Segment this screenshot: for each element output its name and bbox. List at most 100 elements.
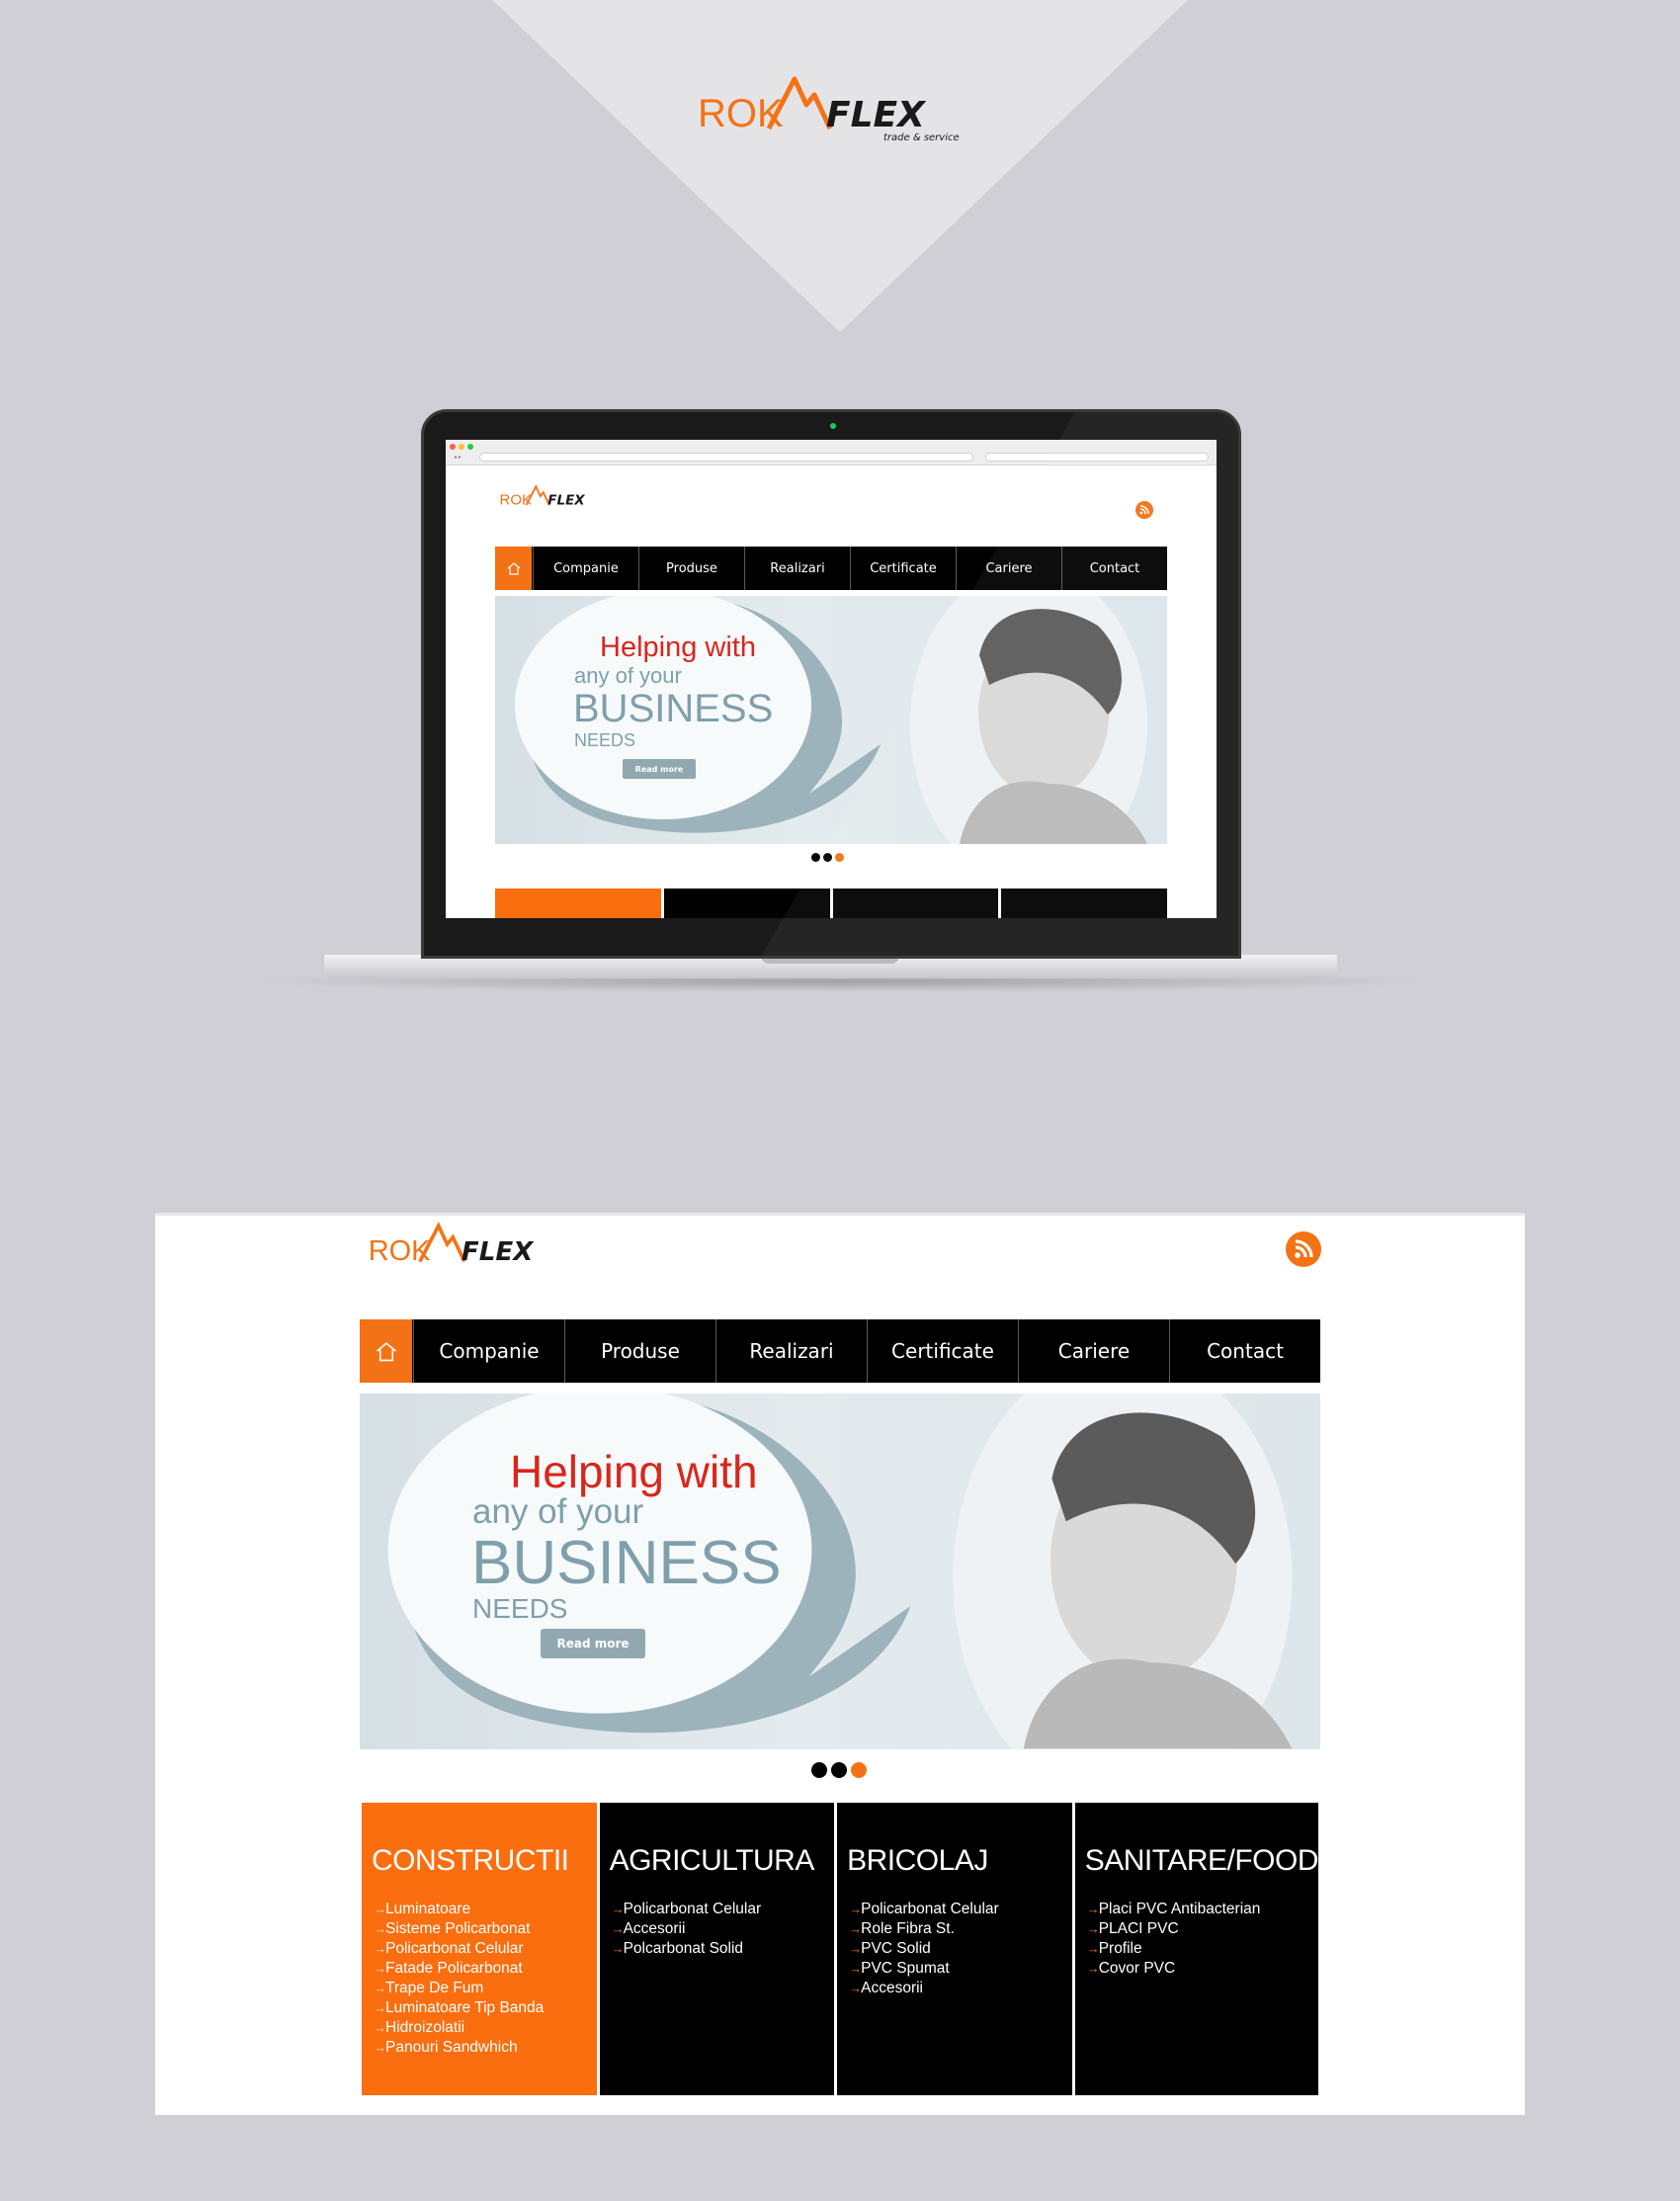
category-link[interactable]: → Accesorii <box>610 1919 835 1939</box>
banner-business: BUSINESS <box>471 1529 782 1597</box>
nav-certificate[interactable]: Certificate <box>850 547 956 590</box>
webcam-light <box>830 423 836 429</box>
banner-headline: Helping with <box>600 632 756 663</box>
home-button[interactable] <box>360 1319 413 1383</box>
category-link[interactable]: → Panouri Sandwhich <box>372 2038 597 2058</box>
slide-dot-3[interactable] <box>851 1762 867 1778</box>
category-link[interactable]: → PLACI PVC <box>1085 1919 1318 1939</box>
read-more-button[interactable]: Read more <box>541 1629 645 1658</box>
category-sanitare-food[interactable]: SANITARE/FOOD → Placi PVC Antibacterian →… <box>1074 1803 1319 2095</box>
nav-realizari[interactable]: Realizari <box>744 547 850 590</box>
category-link[interactable]: → Sisteme Policarbonat <box>372 1919 597 1939</box>
category-panels: CONSTRUCTII → Luminatoare → Sisteme Polica… <box>362 1803 1319 2095</box>
nav-contact[interactable]: Contact <box>1169 1319 1320 1383</box>
category-link[interactable]: → Luminatoare <box>372 1900 597 1919</box>
arrow-icon: → <box>374 1941 386 1956</box>
category-link[interactable]: → Policarbonat Celular <box>610 1900 835 1919</box>
close-dot[interactable] <box>450 444 456 450</box>
nav-produse[interactable]: Produse <box>638 547 744 590</box>
slide-dot-2[interactable] <box>823 853 832 862</box>
category-link[interactable]: → Hidroizolatii <box>372 2018 597 2038</box>
nav-produse[interactable]: Produse <box>564 1319 715 1383</box>
arrow-icon: → <box>849 1921 863 1936</box>
slide-dot-1[interactable] <box>811 1762 827 1778</box>
category-bricolaj[interactable]: BRICOLAJ → Policarbonat Celular → Role Fib… <box>837 1803 1072 2095</box>
home-icon <box>507 562 520 575</box>
slider-dots <box>811 1762 867 1778</box>
logo-tagline: trade & service <box>883 132 960 143</box>
rss-icon[interactable] <box>1135 501 1153 519</box>
back-forward-icon[interactable]: ◂ ▸ <box>454 454 462 461</box>
small-site-logo[interactable]: ROK FLEX <box>495 481 614 511</box>
arrow-icon: → <box>374 1961 386 1976</box>
home-button[interactable] <box>495 547 533 590</box>
minimize-dot[interactable] <box>459 444 464 450</box>
small-cat-2[interactable] <box>663 889 830 918</box>
banner-needs: NEEDS <box>574 730 636 750</box>
nav-companie[interactable]: Companie <box>413 1319 564 1383</box>
category-link[interactable]: → Trape De Fum <box>372 1979 597 1998</box>
category-link[interactable]: → Policarbonat Celular <box>372 1939 597 1959</box>
nav-cariere[interactable]: Cariere <box>1018 1319 1169 1383</box>
category-link[interactable]: → PVC Spumat <box>847 1959 1072 1979</box>
category-link[interactable]: → Profile <box>1085 1939 1318 1959</box>
small-cat-3[interactable] <box>832 889 999 918</box>
arrow-icon: → <box>374 2000 386 2015</box>
address-bar[interactable] <box>479 453 973 462</box>
arrow-icon: → <box>849 1981 863 1995</box>
category-constructii[interactable]: CONSTRUCTII → Luminatoare → Sisteme Polica… <box>362 1803 597 2095</box>
category-link[interactable]: → PVC Solid <box>847 1939 1072 1959</box>
logo-rok: ROK <box>500 491 533 508</box>
small-cat-4[interactable] <box>1001 889 1167 918</box>
nav-certificate[interactable]: Certificate <box>867 1319 1018 1383</box>
arrow-icon: → <box>849 1961 863 1976</box>
maximize-dot[interactable] <box>467 444 473 450</box>
category-link[interactable]: → Placi PVC Antibacterian <box>1085 1900 1318 1919</box>
rss-icon[interactable] <box>1286 1231 1321 1267</box>
banner-headline: Helping with <box>510 1446 758 1497</box>
banner-subline: any of your <box>472 1492 644 1531</box>
category-title: CONSTRUCTII <box>372 1844 569 1877</box>
arrow-icon: → <box>1086 1941 1100 1956</box>
arrow-icon: → <box>611 1921 625 1936</box>
nav-companie[interactable]: Companie <box>533 547 638 590</box>
arrow-icon: → <box>374 2040 386 2055</box>
small-category-strip <box>495 889 1167 918</box>
category-link[interactable]: → Covor PVC <box>1085 1959 1318 1979</box>
slider-dots <box>811 853 844 862</box>
arrow-icon: → <box>1086 1961 1100 1976</box>
category-link[interactable]: → Accesorii <box>847 1979 1072 1998</box>
browser-search-bar[interactable] <box>985 453 1209 462</box>
category-link[interactable]: → Role Fibra St. <box>847 1919 1072 1939</box>
category-link[interactable]: → Policarbonat Celular <box>847 1900 1072 1919</box>
main-nav: Companie Produse Realizari Certificate C… <box>360 1319 1320 1383</box>
slide-dot-2[interactable] <box>831 1762 847 1778</box>
small-main-nav: Companie Produse Realizari Certificate C… <box>495 547 1167 590</box>
banner-business: BUSINESS <box>573 687 774 730</box>
arrow-icon: → <box>374 1921 386 1936</box>
arrow-icon: → <box>849 1902 863 1916</box>
category-link[interactable]: → Polcarbonat Solid <box>610 1939 835 1959</box>
browser-chrome: ◂ ▸ <box>446 440 1217 466</box>
category-link[interactable]: → Luminatoare Tip Banda <box>372 1998 597 2018</box>
arrow-icon: → <box>1086 1902 1100 1916</box>
nav-contact[interactable]: Contact <box>1061 547 1167 590</box>
decorative-triangle <box>492 0 1188 332</box>
banner-subline: any of your <box>574 663 682 688</box>
category-link[interactable]: → Fatade Policarbonat <box>372 1959 597 1979</box>
read-more-button[interactable]: Read more <box>623 759 696 779</box>
category-title: BRICOLAJ <box>847 1844 988 1877</box>
nav-realizari[interactable]: Realizari <box>715 1319 867 1383</box>
small-cat-1[interactable] <box>495 889 661 918</box>
arrow-icon: → <box>611 1902 625 1916</box>
arrow-icon: → <box>1086 1921 1100 1936</box>
small-hero-banner: Helping with any of your BUSINESS NEEDS … <box>495 596 1167 844</box>
site-logo[interactable]: ROK FLEX <box>362 1216 587 1273</box>
nav-cariere[interactable]: Cariere <box>956 547 1061 590</box>
slide-dot-3[interactable] <box>835 853 844 862</box>
website-fullsize: ROK FLEX Companie Produse Realizari Cert… <box>155 1213 1525 2115</box>
hero-banner: Helping with any of your BUSINESS NEEDS … <box>360 1394 1320 1749</box>
slide-dot-1[interactable] <box>811 853 820 862</box>
logo-flex: FLEX <box>547 492 585 508</box>
category-agricultura[interactable]: AGRICULTURA → Policarbonat Celular → Acces… <box>599 1803 835 2095</box>
